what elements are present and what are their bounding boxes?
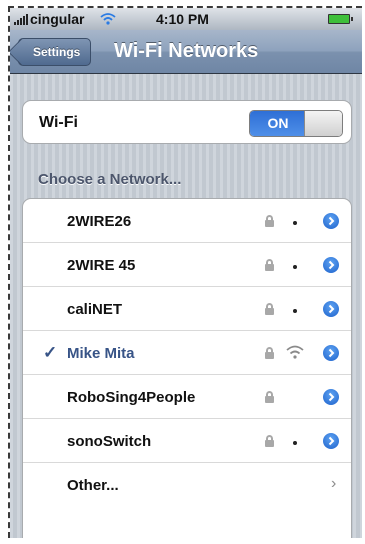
status-time: 4:10 PM <box>156 11 209 27</box>
lock-icon <box>265 435 274 447</box>
detail-disclosure-icon[interactable] <box>323 433 339 449</box>
detail-disclosure-icon[interactable] <box>323 213 339 229</box>
lock-icon <box>265 215 274 227</box>
network-name: 2WIRE26 <box>67 213 132 230</box>
signal-dot-icon <box>293 441 297 445</box>
network-name: caliNET <box>67 301 123 318</box>
detail-disclosure-icon[interactable] <box>323 389 339 405</box>
detail-disclosure-icon[interactable] <box>323 257 339 273</box>
carrier-name: cingular <box>30 11 85 27</box>
signal-strength-icon <box>14 14 30 25</box>
network-name: Mike Mita <box>67 345 135 362</box>
lock-icon <box>265 347 274 359</box>
navigation-bar: Settings Wi-Fi Networks <box>10 30 362 74</box>
network-list: 2WIRE26 2WIRE 45 caliNET ✓ Mike Mita Rob… <box>22 198 352 538</box>
screen-frame: cingular 4:10 PM Settings Wi-Fi Networks… <box>8 6 362 538</box>
battery-icon <box>328 14 353 24</box>
wifi-row: Wi-Fi ON <box>23 101 351 143</box>
iphone-screen: cingular 4:10 PM Settings Wi-Fi Networks… <box>10 8 362 538</box>
detail-disclosure-icon[interactable] <box>323 301 339 317</box>
section-header: Choose a Network... <box>38 171 182 188</box>
network-name: RoboSing4People <box>67 389 196 406</box>
wifi-status-icon <box>100 13 116 25</box>
page-title: Wi-Fi Networks <box>114 40 259 62</box>
network-row[interactable]: caliNET <box>23 287 351 331</box>
wifi-toggle[interactable]: ON <box>249 110 343 137</box>
network-row[interactable]: 2WIRE26 <box>23 199 351 243</box>
lock-icon <box>265 259 274 271</box>
toggle-knob[interactable] <box>304 111 342 136</box>
network-row[interactable]: 2WIRE 45 <box>23 243 351 287</box>
chevron-right-icon: › <box>331 475 337 492</box>
detail-disclosure-icon[interactable] <box>323 345 339 361</box>
network-row[interactable]: RoboSing4People <box>23 375 351 419</box>
wifi-signal-icon <box>286 345 304 359</box>
lock-icon <box>265 303 274 315</box>
lock-icon <box>265 391 274 403</box>
toggle-on-label: ON <box>250 111 306 136</box>
wifi-toggle-group: Wi-Fi ON <box>22 100 352 144</box>
signal-dot-icon <box>293 265 297 269</box>
wifi-label: Wi-Fi <box>39 114 78 131</box>
network-name: 2WIRE 45 <box>67 257 136 274</box>
network-row-selected[interactable]: ✓ Mike Mita <box>23 331 351 375</box>
checkmark-icon: ✓ <box>43 343 58 362</box>
other-label: Other... <box>67 477 119 494</box>
signal-dot-icon <box>293 309 297 313</box>
network-name: sonoSwitch <box>67 433 152 450</box>
settings-back-button[interactable]: Settings <box>18 38 92 66</box>
status-bar: cingular 4:10 PM <box>10 8 362 30</box>
network-row[interactable]: sonoSwitch <box>23 419 351 463</box>
signal-dot-icon <box>293 221 297 225</box>
other-network-row[interactable]: Other... › <box>23 463 351 507</box>
